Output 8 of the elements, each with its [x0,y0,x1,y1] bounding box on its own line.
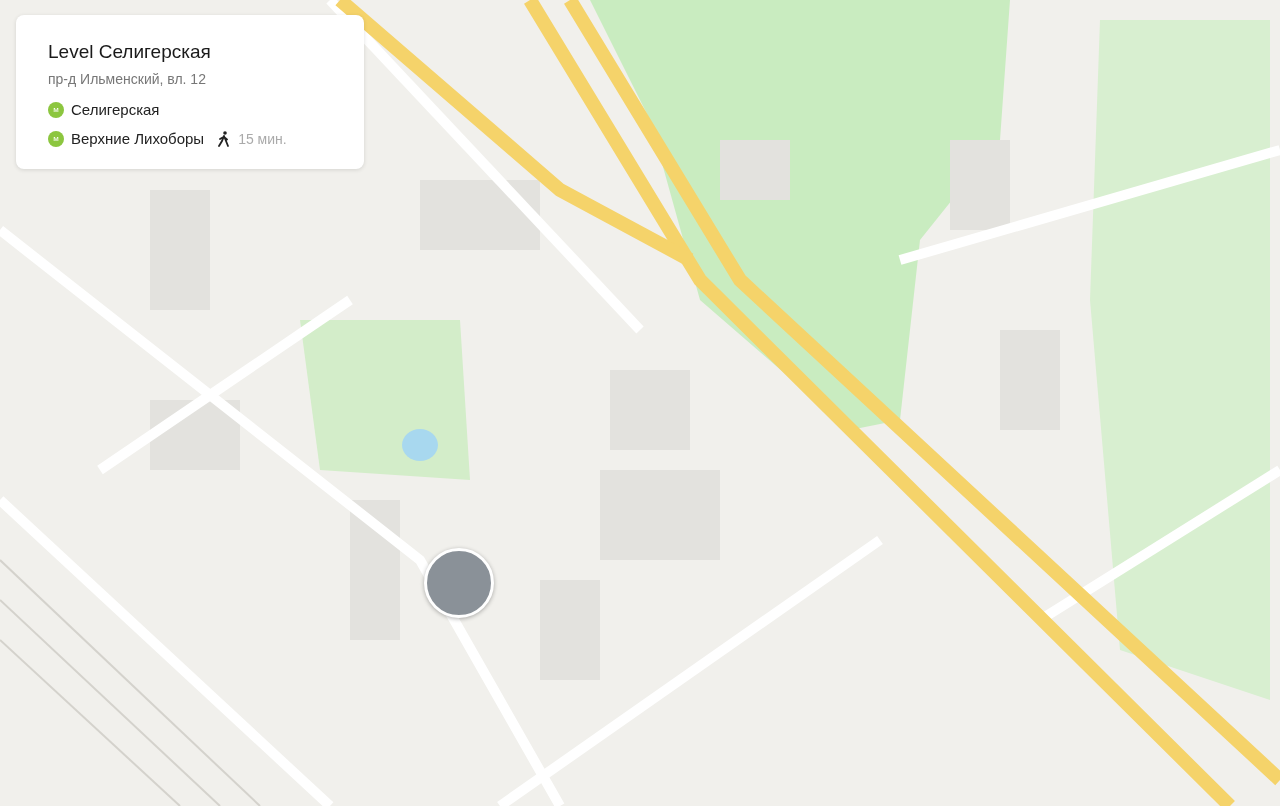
metro-icon: м [48,130,64,147]
walking-person-icon [217,130,232,147]
metro-station-name: Селигерская [71,101,160,118]
metro-station-name: Верхние Лихоборы [71,130,205,147]
walk-time: 15 мин. [238,130,287,147]
place-title: Level Селигерская [48,41,212,63]
metro-icon: м [48,101,64,118]
place-address: пр-д Ильменский, вл. 12 [48,71,207,87]
